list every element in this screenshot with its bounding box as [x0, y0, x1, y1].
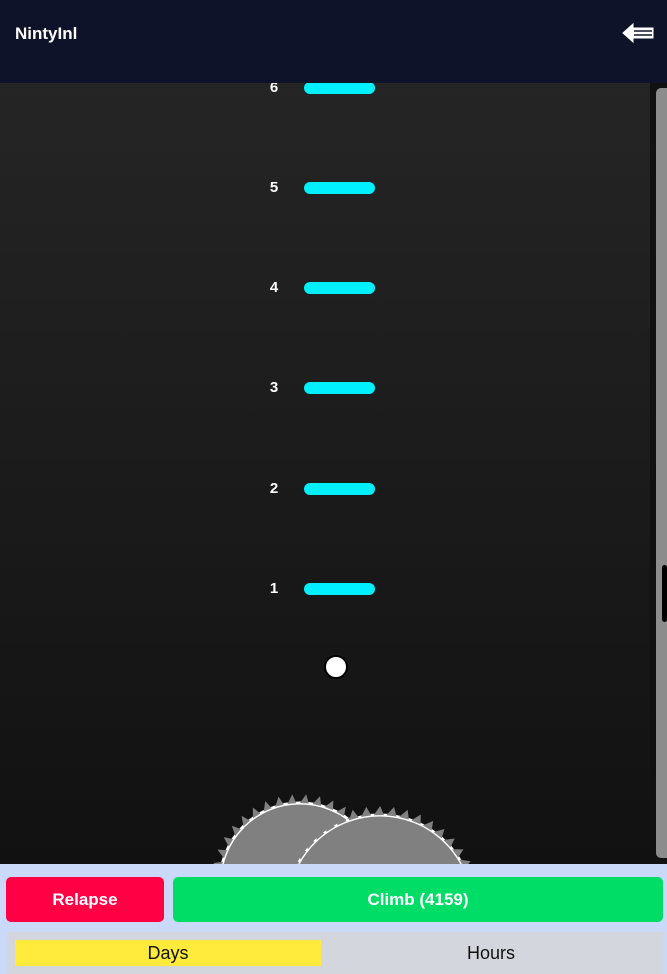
unit-toggle: Days Hours — [7, 932, 663, 974]
app: NintyInl 6 5 4 3 2 1 Relapse Climb (4159… — [0, 0, 667, 974]
app-title: NintyInl — [15, 24, 78, 43]
game-area: 6 5 4 3 2 1 — [0, 83, 650, 864]
scrollbar-track[interactable] — [656, 88, 667, 858]
relapse-button[interactable]: Relapse — [6, 877, 164, 922]
scrollbar-thumb[interactable] — [662, 565, 667, 622]
back-button[interactable] — [621, 20, 655, 46]
controls-panel: Relapse Climb (4159) Days Hours — [0, 864, 667, 974]
saw-hazard — [213, 794, 471, 864]
back-arrow-icon — [622, 22, 654, 44]
climb-button[interactable]: Climb (4159) — [173, 877, 663, 922]
header-bar: NintyInl — [0, 0, 667, 83]
tab-hours[interactable]: Hours — [327, 940, 655, 966]
tab-days[interactable]: Days — [15, 940, 321, 966]
